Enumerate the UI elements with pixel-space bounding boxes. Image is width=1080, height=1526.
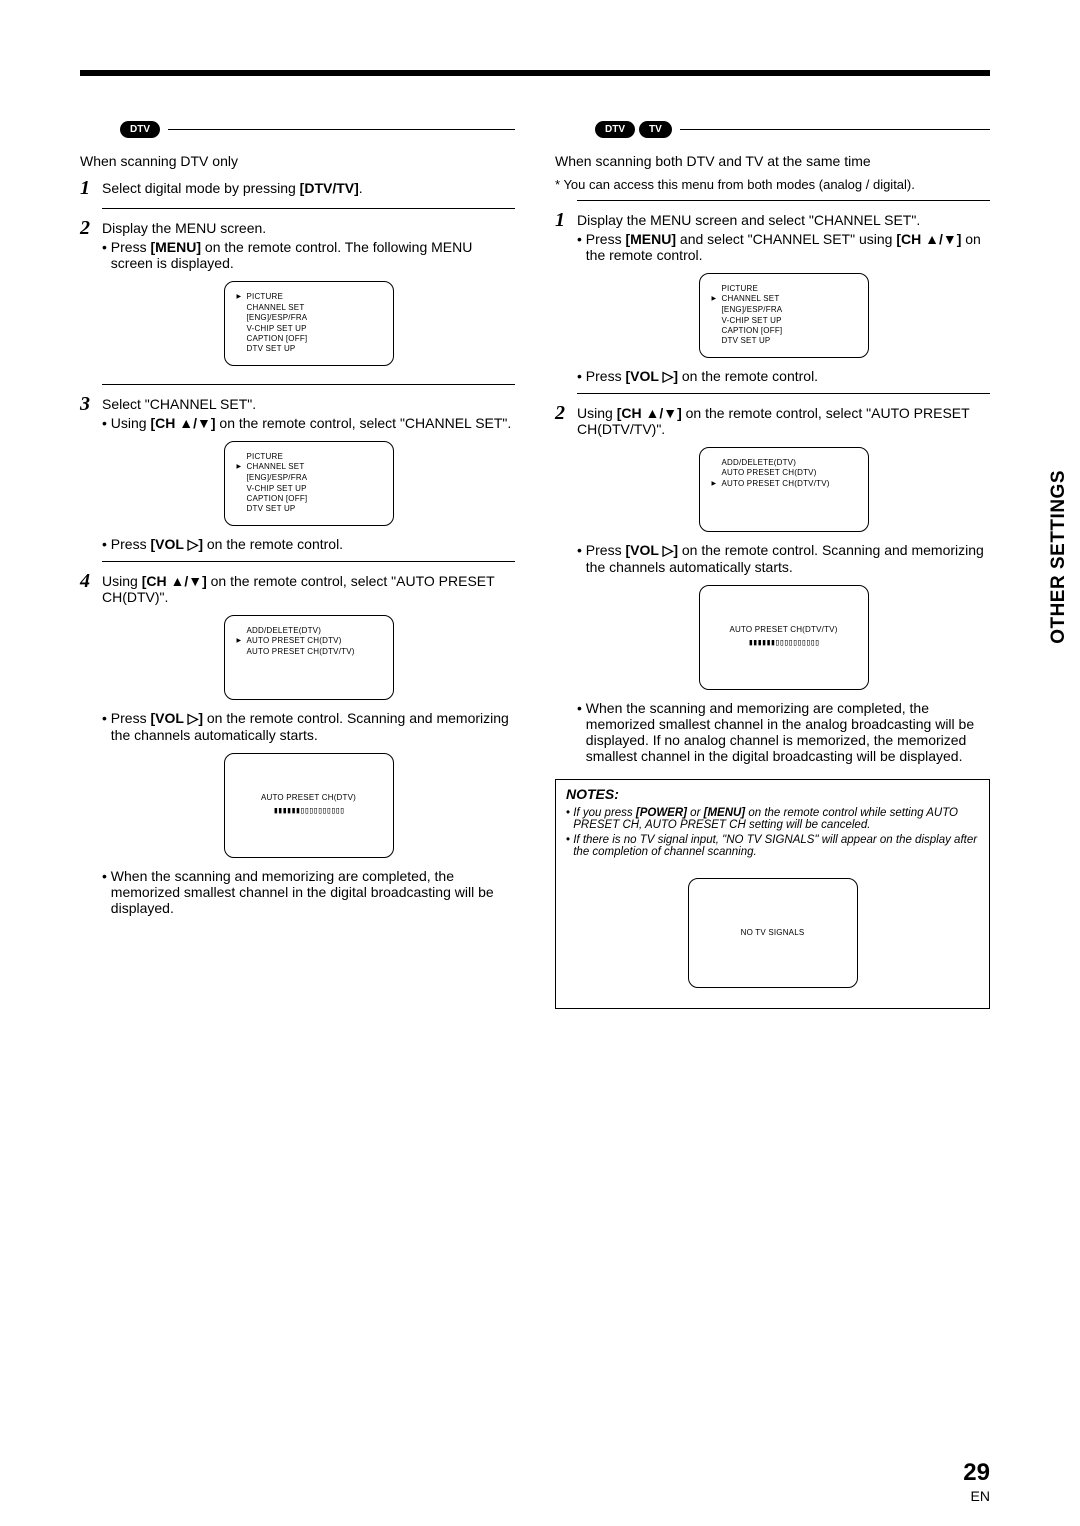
bullet-text: Press [VOL ▷] on the remote control. Sca…: [586, 542, 990, 575]
osd-menu-channel: PICTURECHANNEL SET[ENG]/ESP/FRAV-CHIP SE…: [699, 273, 869, 358]
bullet-text: Press [MENU] and select "CHANNEL SET" us…: [586, 231, 990, 263]
dtv-tag: DTV: [595, 121, 635, 138]
step-1r: 1 Display the MENU screen and select "CH…: [555, 209, 990, 385]
tv-tag: TV: [639, 121, 672, 138]
osd-menu-item: AUTO PRESET CH(DTV/TV): [722, 479, 830, 490]
osd-menu-item: CAPTION [OFF]: [722, 326, 783, 336]
bullet-text: When the scanning and memorizing are com…: [586, 700, 990, 764]
bullet-text: Press [MENU] on the remote control. The …: [111, 239, 515, 271]
osd-title: AUTO PRESET CH(DTV/TV): [729, 625, 837, 635]
osd-menu-channel: PICTURECHANNEL SET[ENG]/ESP/FRAV-CHIP SE…: [224, 441, 394, 526]
osd-menu-item: [ENG]/ESP/FRA: [247, 473, 308, 483]
osd-menu-item: ADD/DELETE(DTV): [722, 458, 797, 468]
osd-message: NO TV SIGNALS: [741, 928, 805, 938]
osd-menu-item: V-CHIP SET UP: [247, 324, 307, 334]
step-number: 2: [555, 402, 577, 764]
osd-menu-item: CHANNEL SET: [247, 303, 305, 313]
step-number: 3: [80, 393, 102, 553]
step-divider: [577, 393, 990, 394]
step-3: 3 Select "CHANNEL SET". Using [CH ▲/▼] o…: [80, 393, 515, 553]
mode-note: * You can access this menu from both mod…: [555, 177, 990, 192]
step-text: Using [CH ▲/▼] on the remote control, se…: [577, 405, 969, 437]
step-divider: [102, 208, 515, 209]
bullet-text: Press [VOL ▷] on the remote control.: [586, 368, 990, 385]
osd-menu-item: DTV SET UP: [722, 336, 771, 346]
osd-menu-item: CHANNEL SET: [247, 462, 305, 473]
osd-menu-item: [ENG]/ESP/FRA: [722, 305, 783, 315]
step-text: Using [CH ▲/▼] on the remote control, se…: [102, 573, 494, 605]
tag-rule-line: [168, 129, 515, 130]
osd-menu-item: PICTURE: [247, 292, 284, 303]
step-4: 4 Using [CH ▲/▼] on the remote control, …: [80, 570, 515, 916]
osd-menu-item: AUTO PRESET CH(DTV/TV): [247, 647, 355, 657]
bullet-text: Using [CH ▲/▼] on the remote control, se…: [111, 415, 515, 431]
osd-menu-item: AUTO PRESET CH(DTV): [722, 468, 817, 478]
section-side-label: OTHER SETTINGS: [1048, 470, 1070, 644]
step-divider: [577, 200, 990, 201]
osd-menu-item: V-CHIP SET UP: [722, 316, 782, 326]
notes-box: NOTES: If you press [POWER] or [MENU] on…: [555, 779, 990, 1009]
progress-bar: ▮▮▮▮▮▮▯▯▯▯▯▯▯▯▯▯: [748, 638, 819, 650]
step-2r: 2 Using [CH ▲/▼] on the remote control, …: [555, 402, 990, 764]
bullet-text: Press [VOL ▷] on the remote control.: [111, 536, 515, 553]
osd-menu-item: CAPTION [OFF]: [247, 494, 308, 504]
step-number: 1: [555, 209, 577, 385]
osd-menu-item: AUTO PRESET CH(DTV): [247, 636, 342, 647]
dtv-tv-button-label: [DTV/TV]: [300, 180, 359, 196]
osd-scanning-dtv: AUTO PRESET CH(DTV) ▮▮▮▮▮▮▯▯▯▯▯▯▯▯▯▯: [224, 753, 394, 858]
step-text: Display the MENU screen and select "CHAN…: [577, 212, 920, 228]
notes-header: NOTES:: [556, 780, 989, 802]
osd-menu-item: CHANNEL SET: [722, 294, 780, 305]
tag-rule-line: [680, 129, 990, 130]
bullet-text: Press [VOL ▷] on the remote control. Sca…: [111, 710, 515, 743]
dtv-tag: DTV: [120, 121, 160, 138]
left-intro: When scanning DTV only: [80, 153, 515, 169]
language-code: EN: [963, 1488, 990, 1504]
step-divider: [102, 384, 515, 385]
top-rule: [80, 70, 990, 76]
step-1: 1 Select digital mode by pressing [DTV/T…: [80, 177, 515, 200]
bullet-text: When the scanning and memorizing are com…: [111, 868, 515, 916]
step-number: 1: [80, 177, 102, 200]
page-number: 29: [963, 1459, 990, 1487]
left-column: DTV When scanning DTV only 1 Select digi…: [80, 121, 515, 1009]
mode-tags: DTV: [120, 121, 515, 138]
step-text: Select "CHANNEL SET".: [102, 396, 256, 412]
mode-tags: DTV TV: [595, 121, 990, 138]
osd-menu-item: CAPTION [OFF]: [247, 334, 308, 344]
step-text: Select digital mode by pressing [DTV/TV]…: [102, 177, 515, 200]
right-intro: When scanning both DTV and TV at the sam…: [555, 153, 990, 169]
osd-scanning-dtvtv: AUTO PRESET CH(DTV/TV) ▮▮▮▮▮▮▯▯▯▯▯▯▯▯▯▯: [699, 585, 869, 690]
osd-preset-dtv: ADD/DELETE(DTV)AUTO PRESET CH(DTV)AUTO P…: [224, 615, 394, 700]
osd-title: AUTO PRESET CH(DTV): [261, 793, 356, 803]
osd-menu-item: PICTURE: [722, 284, 759, 294]
osd-menu-item: DTV SET UP: [247, 344, 296, 354]
note-item: If there is no TV signal input, "NO TV S…: [573, 834, 979, 858]
step-2: 2 Display the MENU screen. Press [MENU] …: [80, 217, 515, 376]
step-divider: [102, 561, 515, 562]
osd-menu-item: ADD/DELETE(DTV): [247, 626, 322, 636]
right-column: DTV TV When scanning both DTV and TV at …: [555, 121, 990, 1009]
step-text: Display the MENU screen.: [102, 220, 266, 236]
osd-menu-item: DTV SET UP: [247, 504, 296, 514]
osd-menu-item: V-CHIP SET UP: [247, 484, 307, 494]
osd-menu-item: [ENG]/ESP/FRA: [247, 313, 308, 323]
osd-preset-dtvtv: ADD/DELETE(DTV)AUTO PRESET CH(DTV)AUTO P…: [699, 447, 869, 532]
osd-menu-picture: PICTURECHANNEL SET[ENG]/ESP/FRAV-CHIP SE…: [224, 281, 394, 366]
progress-bar: ▮▮▮▮▮▮▯▯▯▯▯▯▯▯▯▯: [273, 806, 344, 818]
step-number: 2: [80, 217, 102, 376]
page-footer: 29 EN: [963, 1459, 990, 1504]
osd-menu-item: PICTURE: [247, 452, 284, 462]
step-number: 4: [80, 570, 102, 916]
note-item: If you press [POWER] or [MENU] on the re…: [573, 807, 979, 831]
osd-no-signal: NO TV SIGNALS: [688, 878, 858, 988]
